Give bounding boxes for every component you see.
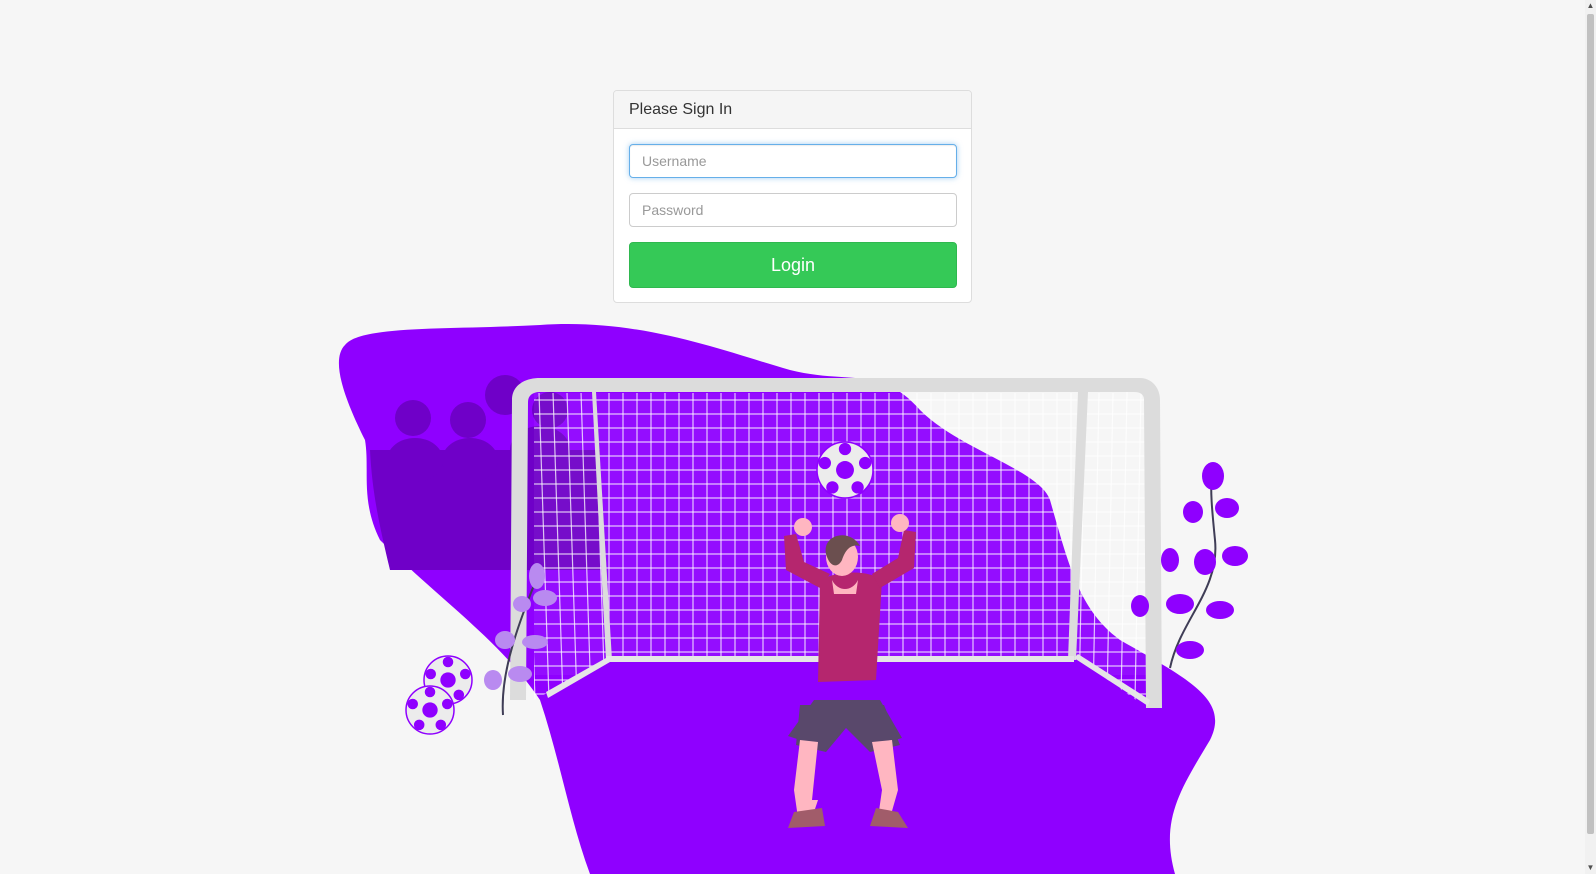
scrollbar-thumb[interactable] <box>1587 14 1594 834</box>
username-input[interactable] <box>629 144 957 178</box>
login-form: Login <box>614 129 971 302</box>
login-button[interactable]: Login <box>629 242 957 288</box>
goalkeeper-figure <box>784 514 916 828</box>
login-panel: Please Sign In Login <box>613 90 972 303</box>
goal-frame <box>510 378 1162 708</box>
login-page: Please Sign In Login ▲ ▼ <box>0 0 1596 874</box>
soccer-ball-icon <box>816 441 874 499</box>
panel-heading: Please Sign In <box>614 91 971 129</box>
left-plant <box>484 563 557 716</box>
password-input[interactable] <box>629 193 957 227</box>
soccer-ball-icon <box>423 655 473 705</box>
crowd-band <box>370 450 600 570</box>
scroll-up-arrow-icon[interactable]: ▲ <box>1585 0 1596 12</box>
scroll-down-arrow-icon[interactable]: ▼ <box>1585 862 1596 874</box>
crowd-silhouettes <box>387 375 570 482</box>
right-plant <box>1131 462 1248 669</box>
purple-background-blob <box>338 324 1216 874</box>
goal-net <box>534 390 1150 701</box>
vertical-scrollbar[interactable]: ▲ ▼ <box>1585 0 1596 874</box>
soccer-ball-icon <box>405 685 455 735</box>
